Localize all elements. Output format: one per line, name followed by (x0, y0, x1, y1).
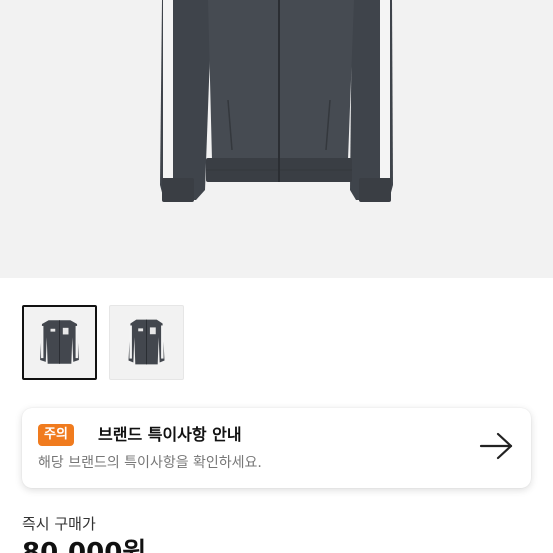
product-main-image[interactable] (0, 0, 553, 278)
jacket-thumb-icon (40, 320, 79, 364)
jacket-illustration (160, 0, 393, 202)
notice-subtitle: 해당 브랜드의 특이사항을 확인하세요. (38, 455, 262, 471)
instant-buy-price-label: 즉시 구매가 (22, 515, 96, 533)
thumbnail-1[interactable] (22, 305, 97, 380)
warning-badge: 주의 (38, 424, 74, 446)
notice-title: 브랜드 특이사항 안내 (98, 425, 242, 444)
jacket-thumb-icon (128, 319, 165, 365)
thumbnail-list (22, 305, 184, 380)
brand-notice-card[interactable]: 주의 브랜드 특이사항 안내 해당 브랜드의 특이사항을 확인하세요. (22, 408, 531, 488)
arrow-right-icon[interactable] (479, 431, 515, 461)
thumbnail-2[interactable] (109, 305, 184, 380)
instant-buy-price: 80,000원 (22, 538, 147, 553)
